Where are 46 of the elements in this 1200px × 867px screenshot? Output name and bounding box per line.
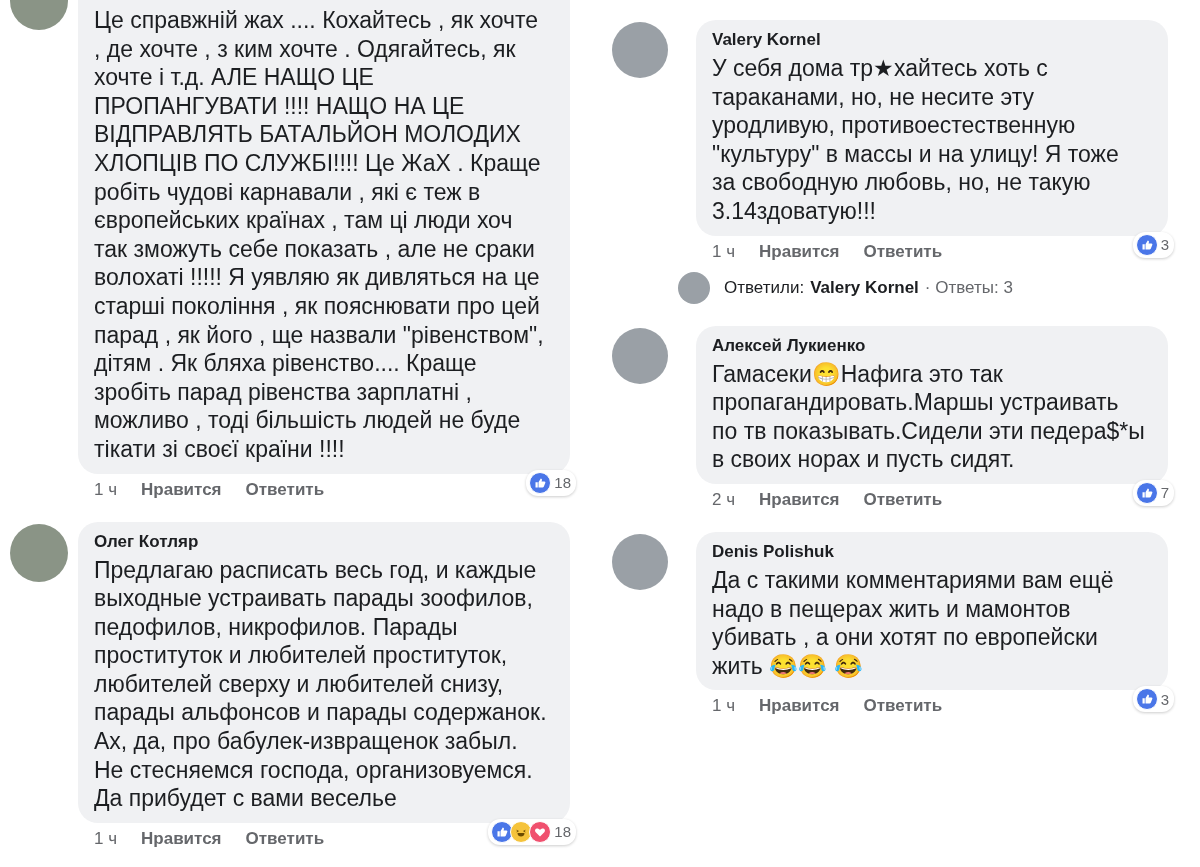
reaction-count: 18 bbox=[554, 823, 571, 841]
reaction-count: 3 bbox=[1160, 690, 1169, 708]
like-link[interactable]: Нравится bbox=[759, 696, 840, 717]
laughing-face-icon bbox=[510, 820, 533, 843]
reply-link[interactable]: Ответить bbox=[863, 489, 943, 510]
like-link[interactable]: Нравится bbox=[759, 241, 840, 262]
reaction-count: 7 bbox=[1160, 484, 1169, 502]
comment-text: У себя дома тр★хайтесь хоть с тараканами, но, не несите эту уродливую, противоестественную "культуру" в массы и на улицу! Я тоже за свободную любовь, но, не такую 3.14здоватую!!! bbox=[712, 54, 1120, 226]
author-name[interactable]: Олег Котляр bbox=[94, 531, 550, 552]
comment-time: 2 ч bbox=[712, 489, 736, 510]
comment-time: 1 ч bbox=[712, 696, 736, 717]
thumbs-up-icon bbox=[1135, 481, 1158, 504]
reaction-count: 18 bbox=[554, 474, 571, 491]
like-link[interactable]: Нравится bbox=[141, 479, 222, 500]
author-name[interactable]: Valery Kornel bbox=[712, 30, 1148, 50]
reply-link[interactable]: Ответить bbox=[863, 241, 943, 262]
comment-time: 1 ч bbox=[94, 828, 118, 849]
author-name[interactable]: Denis Polishuk bbox=[712, 541, 1148, 562]
reply-link[interactable]: Ответить bbox=[863, 696, 943, 717]
reaction-badge[interactable]: 18 bbox=[526, 469, 576, 496]
like-link[interactable]: Нравится bbox=[141, 828, 222, 849]
comment-text: Гамасеки😁Нафига это так пропагандировать.Маршы устраивать по тв показывать.Сидели эти педера$*ы в своих норах и пусть сидят. bbox=[712, 359, 1146, 474]
avatar-placeholder[interactable] bbox=[10, 523, 68, 582]
comment-time: 1 ч bbox=[94, 479, 118, 500]
author-name[interactable]: Алексей Лукиенко bbox=[712, 335, 1148, 356]
reaction-badge[interactable]: 3 bbox=[1132, 231, 1174, 258]
reaction-badge[interactable]: 18 bbox=[488, 818, 576, 845]
comment-time: 1 ч bbox=[712, 241, 736, 262]
avatar-placeholder[interactable] bbox=[612, 22, 668, 78]
avatar-placeholder bbox=[678, 271, 710, 304]
like-link[interactable]: Нравится bbox=[759, 489, 840, 510]
comment-text: Предлагаю расписать весь год, и каждые выходные устраивать парады зоофилов, педофилов, никрофилов. Парады проституток и любителей проституток, любителей сверху и любителей снизу, парады альфонсов и парады содержанок. Ах, да, про бабулек-извращенок забыл. Не стесняемся господа, организовуемся. Да прибудет с вами веселье bbox=[94, 555, 548, 813]
reaction-badge[interactable]: 7 bbox=[1132, 479, 1174, 506]
reaction-count: 3 bbox=[1160, 236, 1169, 254]
thumbs-up-icon bbox=[529, 471, 552, 494]
reply-link[interactable]: Ответить bbox=[245, 479, 325, 500]
thumbs-up-icon bbox=[491, 820, 514, 843]
reaction-badge[interactable]: 3 bbox=[1132, 686, 1174, 713]
reply-link[interactable]: Ответить bbox=[245, 828, 325, 849]
thumbs-up-icon bbox=[1135, 233, 1158, 256]
comment-text: Да с такими комментариями вам ещё надо в пещерах жить и мамонтов убивать , а они хотят по европейски жить 😂😂 😂 bbox=[712, 565, 1115, 681]
comment-text: Це справжній жах .... Кохайтесь , як хочте , де хочте , з ким хочте . Одягайтесь, як хочте і т.д. АЛЕ НАЩО ЦЕ ПРОПАНГУВАТИ !!!! НАЩО НА ЦЕ ВІДПРАВЛЯТЬ БАТАЛЬЙОН МОЛОДИХ ХЛОПЦІВ ПО СЛУЖБІ!!!! Це ЖаХ . Краще робіть чудові карнавали , які є теж в європейських країнах , там ці люди хоч так зможуть себе показать , але не сраки волохаті !!!!! Я уявляю як дивляться на це старші покоління , як пояснювати про цей парад , як його , ще назвали "рівенством", дітям . Як бляха рівенство.... Краще зробіть парад рівенства зарплатні , можливо , тоді більшість людей не буде тікати зі своєї країни !!!! bbox=[94, 6, 545, 464]
replies-count[interactable]: · Ответы: 3 bbox=[924, 277, 1013, 298]
replies-label[interactable]: Ответили: bbox=[724, 277, 805, 298]
thumbs-up-icon bbox=[1135, 688, 1158, 711]
reply-author[interactable]: Valery Kornel bbox=[810, 277, 919, 298]
